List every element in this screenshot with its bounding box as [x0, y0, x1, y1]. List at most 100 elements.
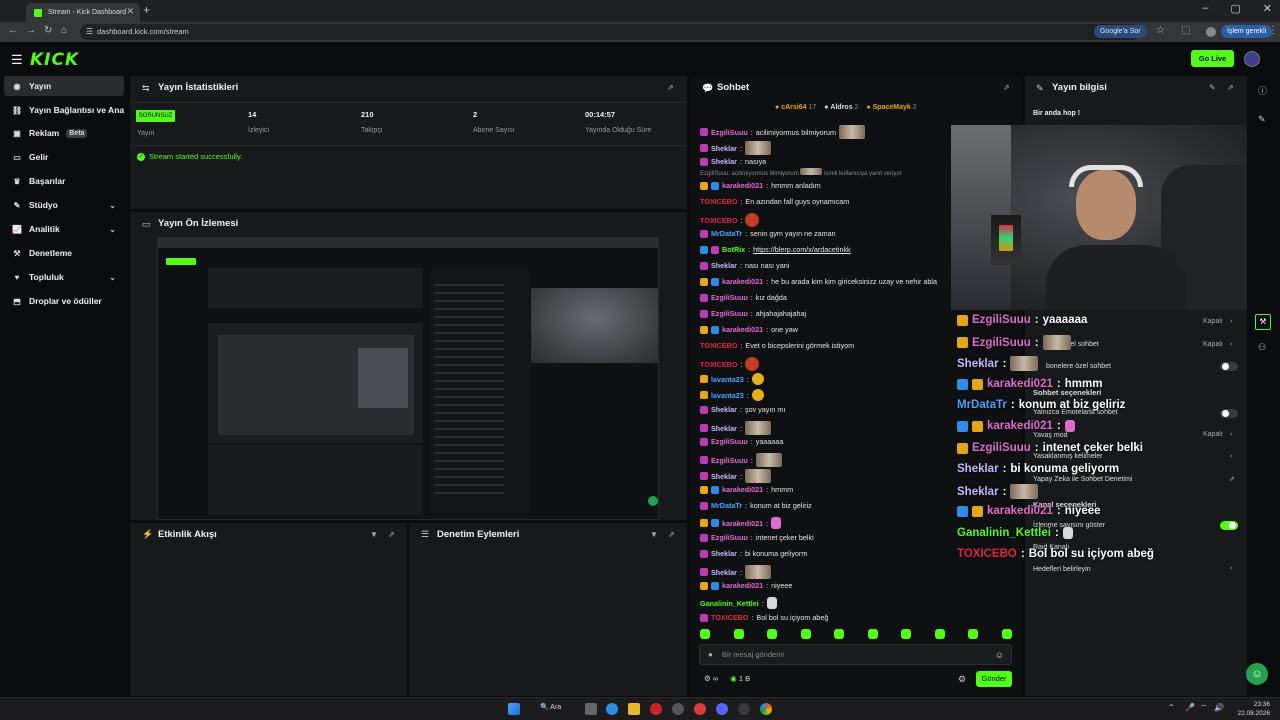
- chrome-icon[interactable]: [760, 703, 772, 715]
- emote-button[interactable]: [968, 629, 979, 639]
- sidebar-item-stream-key[interactable]: ⛓ Yayın Bağlantısı ve Anahtarı: [4, 100, 124, 120]
- toggle-switch[interactable]: [1220, 362, 1238, 371]
- emote-button[interactable]: [834, 629, 845, 639]
- emote-button[interactable]: [1001, 629, 1012, 639]
- chat-username[interactable]: karakedi021: [722, 581, 763, 590]
- chat-username[interactable]: Sheklar: [711, 261, 737, 270]
- gifter-entry[interactable]: ● cArsi64 17: [775, 104, 816, 111]
- filter-icon[interactable]: ▼: [370, 530, 378, 539]
- windows-start-icon[interactable]: [508, 703, 520, 715]
- sidebar-item-denetleme[interactable]: ⚒ Denetleme: [4, 243, 124, 263]
- close-window-icon[interactable]: ✕: [1263, 2, 1272, 15]
- chat-username[interactable]: lavanta23: [711, 375, 744, 384]
- chevron-right-icon[interactable]: ›: [1230, 431, 1232, 438]
- toggle-switch[interactable]: [1220, 409, 1238, 418]
- task-view-icon[interactable]: [585, 703, 597, 715]
- new-tab-icon[interactable]: +: [143, 3, 150, 17]
- edit-icon[interactable]: ✎: [1209, 83, 1216, 92]
- popout-icon[interactable]: ⇗: [1227, 83, 1234, 92]
- gifter-entry[interactable]: ● Aldros 2: [824, 104, 858, 111]
- bookmark-star-icon[interactable]: ☆: [1156, 25, 1165, 36]
- send-button[interactable]: Gönder: [976, 671, 1012, 687]
- app-icon[interactable]: [738, 703, 750, 715]
- chat-username[interactable]: TOXICEBO: [700, 360, 737, 369]
- chat-username[interactable]: EzgiliSuuu: [711, 533, 748, 542]
- chat-username[interactable]: BotRix: [722, 245, 745, 254]
- sidebar-item-basarilar[interactable]: ♛ Başarılar: [4, 171, 124, 191]
- emote-button[interactable]: [901, 629, 912, 639]
- chat-username[interactable]: TOXICEBO: [700, 341, 737, 350]
- opera-icon[interactable]: [650, 703, 662, 715]
- forward-icon[interactable]: →: [26, 25, 36, 36]
- chat-username[interactable]: EzgiliSuuu: [711, 128, 748, 137]
- chat-username[interactable]: EzgiliSuuu: [711, 456, 748, 465]
- hamburger-menu-icon[interactable]: ☰: [11, 52, 23, 68]
- taskbar-search[interactable]: 🔍 Ara: [540, 703, 561, 711]
- chat-username[interactable]: Sheklar: [711, 157, 737, 166]
- chevron-right-icon[interactable]: ›: [1230, 318, 1232, 325]
- chat-username[interactable]: MrDataTr: [711, 229, 742, 238]
- filter-icon[interactable]: ▼: [650, 530, 658, 539]
- chat-username[interactable]: karakedi021: [722, 325, 763, 334]
- browser-tab[interactable]: Stream - Kick Dashboard ✕: [26, 3, 140, 22]
- toggle-switch[interactable]: [1220, 521, 1238, 530]
- emote-button[interactable]: [733, 629, 744, 639]
- chevron-right-icon[interactable]: ›: [1230, 341, 1232, 348]
- points-stat[interactable]: ⚙ ∞: [704, 674, 718, 683]
- emote-button[interactable]: [800, 629, 811, 639]
- emote-button[interactable]: [934, 629, 945, 639]
- emote-button[interactable]: [867, 629, 878, 639]
- tab-close-icon[interactable]: ✕: [126, 6, 134, 17]
- chat-message-input[interactable]: ● Bir mesaj gönderin ☺: [699, 644, 1012, 665]
- chat-settings-icon[interactable]: ⚙: [958, 674, 966, 685]
- maximize-icon[interactable]: ▢: [1230, 2, 1240, 15]
- help-chat-button[interactable]: ☺: [1246, 663, 1268, 685]
- tray-chevron-icon[interactable]: ⌃: [1168, 703, 1175, 712]
- explorer-icon[interactable]: [628, 703, 640, 715]
- mic-icon[interactable]: 🎤: [1185, 703, 1195, 712]
- wrench-icon[interactable]: ✎: [1258, 114, 1266, 125]
- chevron-right-icon[interactable]: ›: [1230, 565, 1232, 572]
- chevron-right-icon[interactable]: ›: [1230, 453, 1232, 460]
- chat-username[interactable]: Sheklar: [711, 472, 737, 481]
- chat-username[interactable]: Ganalinin_Kettlei: [700, 599, 759, 608]
- stream-preview-video[interactable]: [157, 237, 659, 520]
- info-icon[interactable]: ⓘ: [1258, 84, 1267, 97]
- profile-avatar-icon[interactable]: [1206, 27, 1216, 37]
- chat-username[interactable]: EzgiliSuuu: [711, 309, 748, 318]
- reload-icon[interactable]: ↻: [44, 25, 52, 36]
- kick-logo[interactable]: KICK: [30, 50, 79, 70]
- emoji-picker-icon[interactable]: ☺: [995, 645, 1004, 665]
- popout-icon[interactable]: ⇗: [1003, 83, 1010, 92]
- chat-username[interactable]: karakedi021: [722, 519, 763, 528]
- chat-username[interactable]: Sheklar: [711, 144, 737, 153]
- sidebar-item-reklam[interactable]: ▣ Reklam Beta: [4, 123, 124, 143]
- edge-icon[interactable]: [606, 703, 618, 715]
- emote-button[interactable]: [700, 629, 710, 639]
- sidebar-item-yayin[interactable]: ◉ Yayın: [4, 76, 124, 96]
- site-info-icon[interactable]: ☰: [86, 24, 93, 40]
- obs-icon[interactable]: [672, 703, 684, 715]
- popout-icon[interactable]: ⇗: [668, 530, 675, 539]
- sidebar-item-gelir[interactable]: ▭ Gelir: [4, 147, 124, 167]
- action-required-button[interactable]: İşlem gerekli: [1221, 25, 1273, 38]
- emote-button[interactable]: [767, 629, 778, 639]
- volume-icon[interactable]: 🔊: [1214, 703, 1224, 712]
- sidebar-item-studyo[interactable]: ✎ Stüdyo ⌄: [4, 195, 124, 215]
- chat-username[interactable]: Sheklar: [711, 549, 737, 558]
- clock[interactable]: 23:36 22.08.2026: [1237, 700, 1270, 718]
- go-live-button[interactable]: Go Live: [1191, 50, 1234, 67]
- people-icon[interactable]: ⚇: [1258, 342, 1266, 353]
- chat-username[interactable]: Sheklar: [711, 405, 737, 414]
- chat-username[interactable]: Sheklar: [711, 568, 737, 577]
- sidebar-item-topluluk[interactable]: ♥ Topluluk ⌄: [4, 267, 124, 287]
- network-icon[interactable]: ⌔: [1200, 703, 1208, 713]
- chat-username[interactable]: TOXICEBO: [700, 197, 737, 206]
- home-icon[interactable]: ⌂: [61, 25, 67, 36]
- chat-message-text[interactable]: https://blerp.com/x/ardacetinkk: [753, 245, 850, 254]
- extensions-icon[interactable]: ⬚: [1181, 25, 1190, 36]
- google-sor-button[interactable]: Google'a Sor: [1094, 25, 1147, 38]
- external-link-icon[interactable]: ⇗: [1229, 475, 1235, 483]
- chat-username[interactable]: TOXICEBO: [700, 216, 737, 225]
- chat-username[interactable]: karakedi021: [722, 181, 763, 190]
